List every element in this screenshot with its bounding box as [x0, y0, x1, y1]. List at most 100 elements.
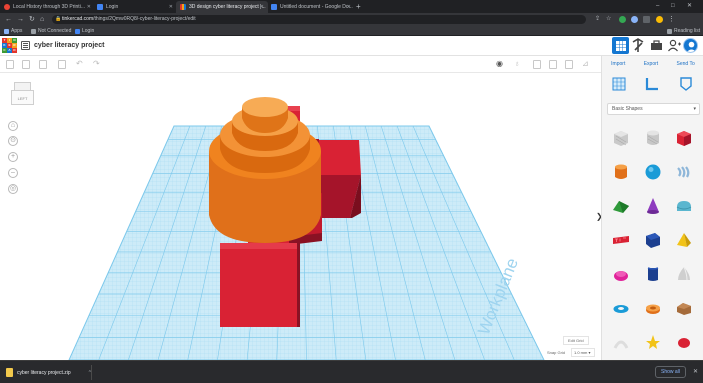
edit-grid-button[interactable]: Edit Grid [563, 336, 589, 345]
undo-icon[interactable]: ↶ [76, 58, 83, 70]
duplicate-icon[interactable] [39, 60, 47, 69]
group-icon[interactable] [533, 60, 541, 69]
browser-tab[interactable]: Local History through 3D Printi... ✕ [0, 1, 95, 13]
simulator-button[interactable] [648, 37, 665, 54]
star-shape-icon[interactable] [643, 332, 663, 352]
browser-tab-active[interactable]: 3D design cyber literacy project |... ✕ [176, 1, 268, 13]
box-shape[interactable] [220, 243, 300, 327]
box-hole-shape[interactable] [611, 128, 631, 148]
bookmark-not-connected[interactable]: Not Connected [31, 26, 71, 36]
cylinder-shape[interactable] [209, 97, 321, 243]
paraboloid-shape-icon[interactable] [611, 264, 631, 284]
design-menu-icon[interactable] [21, 41, 30, 50]
show-all-button[interactable]: Show all [655, 366, 686, 378]
tab-favicon-icon [4, 4, 10, 10]
text-shape-icon[interactable] [611, 230, 631, 250]
workplane-tool-icon[interactable] [612, 77, 626, 91]
torus-shape-icon[interactable] [611, 298, 631, 318]
fit-view-button[interactable]: ⊙ [8, 136, 18, 146]
home-icon[interactable]: ⌂ [40, 13, 44, 26]
tab-favicon-icon [97, 4, 103, 10]
close-window-button[interactable]: ✕ [687, 0, 692, 12]
zoom-out-button[interactable]: – [8, 168, 18, 178]
delete-icon[interactable] [58, 60, 66, 69]
perspective-toggle-button[interactable]: ◎ [8, 184, 18, 194]
tube-shape-icon[interactable] [643, 298, 663, 318]
view-cube[interactable]: LEFT [11, 82, 34, 106]
copy-icon[interactable] [6, 60, 14, 69]
import-button[interactable]: Import [611, 61, 625, 67]
view-cube-face[interactable]: LEFT [11, 90, 34, 105]
tinkercad-logo[interactable]: T I N K E R C A D [2, 38, 17, 53]
tab-close-icon[interactable]: ✕ [260, 4, 264, 10]
panel-actions: Import Export Send To [602, 56, 703, 72]
ruler-tool-icon[interactable] [645, 77, 659, 91]
reload-icon[interactable]: ↻ [29, 13, 35, 26]
tab-close-icon[interactable]: ✕ [347, 4, 351, 10]
design-title[interactable]: cyber literacy project [34, 40, 104, 51]
shapes-panel: Import Export Send To Basic Shapes ▾ [601, 56, 703, 360]
profile-avatar-icon[interactable] [656, 16, 663, 23]
codeblocks-button[interactable] [630, 37, 647, 54]
maximize-button[interactable]: □ [671, 0, 675, 12]
pyramid-shape-icon[interactable] [674, 230, 694, 250]
share-icon[interactable]: ⇪ [595, 13, 600, 26]
ungroup-icon[interactable] [549, 60, 557, 69]
notes-tool-icon[interactable] [679, 77, 693, 91]
close-icon[interactable]: ✕ [693, 367, 698, 377]
sphere-shape-icon[interactable] [643, 162, 663, 182]
align-icon[interactable] [565, 60, 573, 69]
minimize-button[interactable]: – [656, 0, 659, 12]
heart-shape-icon[interactable] [674, 332, 694, 352]
cylinder-hole-shape[interactable] [643, 128, 663, 148]
panel-view-tools [602, 75, 703, 95]
bookmark-apps[interactable]: Apps [4, 26, 22, 36]
download-item[interactable]: cyber literacy project.zip ^ [6, 364, 91, 381]
extension-icon[interactable] [619, 16, 626, 23]
zip-file-icon [6, 368, 13, 377]
extensions-puzzle-icon[interactable] [643, 16, 650, 23]
forward-icon[interactable]: → [17, 13, 24, 26]
reading-list-button[interactable]: Reading list [667, 26, 700, 36]
new-tab-button[interactable]: + [356, 1, 361, 12]
snap-grid-select[interactable]: 1.0 mm ▾ [571, 348, 595, 357]
send-to-button[interactable]: Send To [677, 61, 695, 67]
browser-tab[interactable]: Login ✕ [93, 1, 177, 13]
partial-shape-icon[interactable] [611, 332, 631, 352]
polygon-shape-icon[interactable] [643, 264, 663, 284]
extension-icon[interactable] [631, 16, 638, 23]
url-input[interactable]: 🔒 tinkercad.com/things/2Qmw0RQ8/-cyber-l… [52, 15, 586, 24]
zoom-in-button[interactable]: + [8, 152, 18, 162]
cone-shape-icon[interactable] [643, 196, 663, 216]
chrome-menu-icon[interactable]: ⋮ [668, 13, 675, 26]
show-hide-icon[interactable]: ◉ [496, 58, 503, 70]
round-roof-shape-icon[interactable] [674, 196, 694, 216]
box-shape-icon[interactable] [674, 128, 694, 148]
browser-tab[interactable]: Untitled document - Google Do... ✕ [267, 1, 355, 13]
user-avatar[interactable] [683, 38, 698, 53]
redo-icon[interactable]: ↷ [93, 58, 100, 70]
export-button[interactable]: Export [644, 61, 658, 67]
tab-close-icon[interactable]: ✕ [87, 4, 91, 10]
scene-canvas[interactable]: Workplane [0, 73, 601, 360]
download-bar: cyber literacy project.zip ^ Show all ✕ [0, 360, 703, 383]
home-view-button[interactable]: ⌂ [8, 121, 18, 131]
back-icon[interactable]: ← [5, 13, 12, 26]
paste-icon[interactable] [22, 60, 30, 69]
mirror-icon[interactable]: ⊿ [582, 58, 589, 70]
3d-design-view-button[interactable] [612, 37, 629, 54]
bookmark-star-icon[interactable]: ☆ [606, 13, 611, 26]
add-user-button[interactable] [666, 37, 683, 54]
cylinder-shape-icon[interactable] [611, 162, 631, 182]
scribble-shape-icon[interactable] [674, 162, 694, 182]
address-bar-row: ← → ↻ ⌂ 🔒 tinkercad.com/things/2Qmw0RQ8/… [0, 13, 703, 26]
half-sphere-shape-icon[interactable] [643, 230, 663, 250]
bookmark-login[interactable]: Login [75, 26, 94, 36]
lightbulb-icon[interactable]: ♁ [514, 58, 520, 70]
shape-category-select[interactable]: Basic Shapes ▾ [607, 103, 700, 115]
paraboloid-grey-shape-icon[interactable] [674, 264, 694, 284]
3d-viewport[interactable]: Workplane LEFT ⌂ ⊙ + – ◎ Edit Grid Snap … [0, 73, 601, 360]
tab-close-icon[interactable]: ✕ [169, 4, 173, 10]
wedge-shape-icon[interactable] [674, 298, 694, 318]
roof-shape-icon[interactable] [611, 196, 631, 216]
